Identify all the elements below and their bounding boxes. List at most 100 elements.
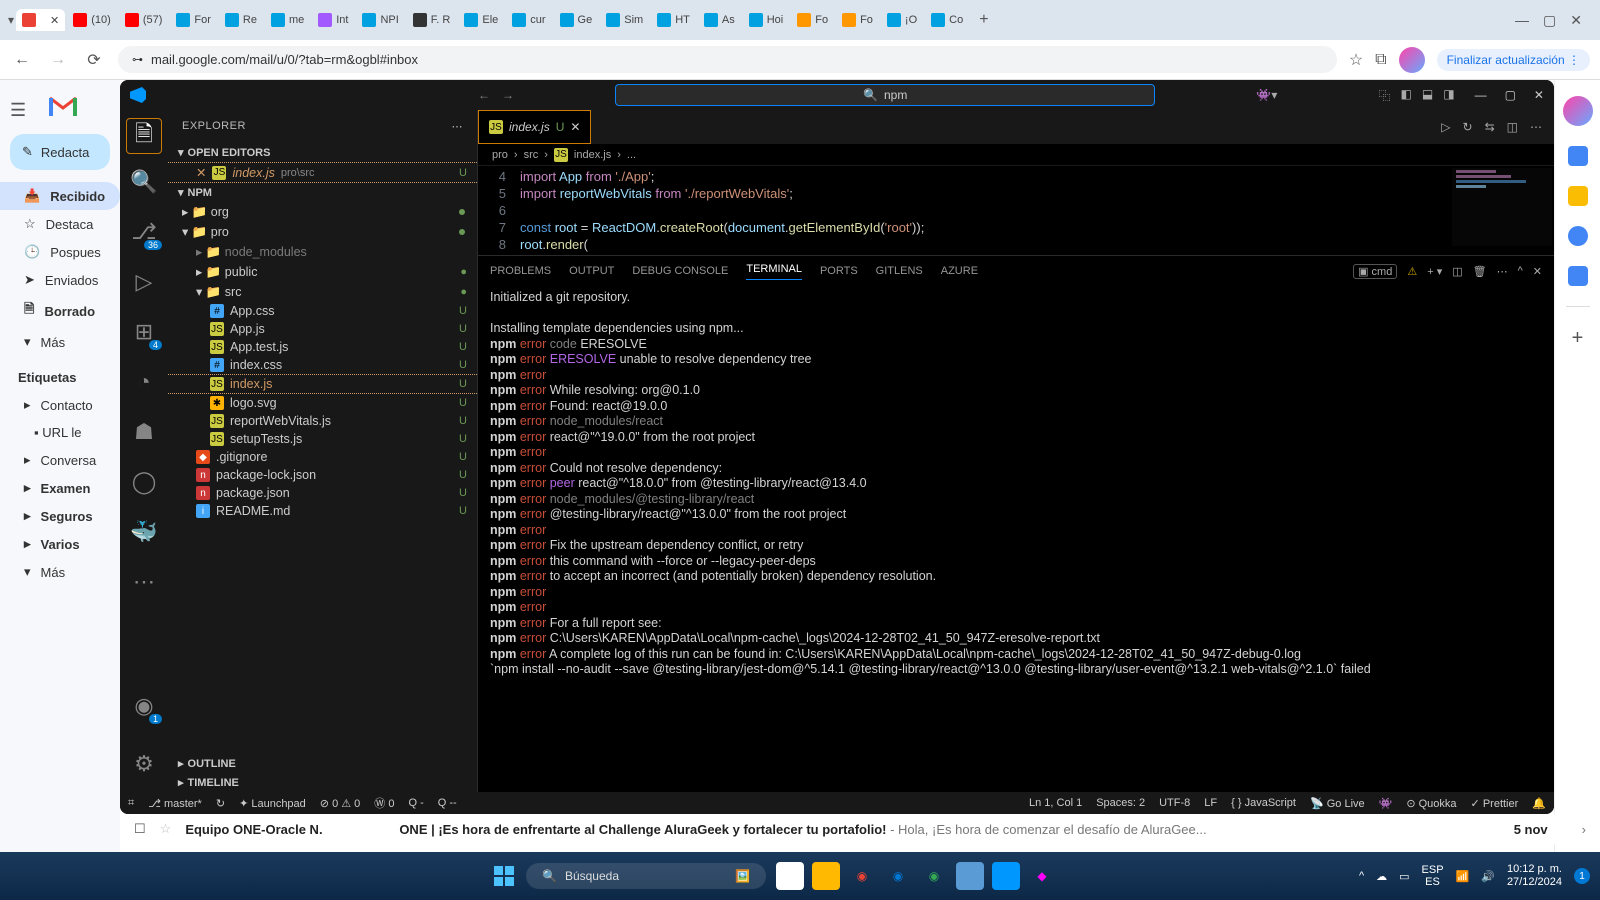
account-avatar[interactable] [1563,96,1593,126]
terminal-output[interactable]: Initialized a git repository. Installing… [478,286,1554,792]
remote-status-icon[interactable]: ⌗ [128,797,134,810]
chrome-icon[interactable]: ◉ [848,862,876,890]
gmail-label-item[interactable]: ▾Más [0,558,120,586]
accounts-activity-icon[interactable]: ◉1 [122,684,166,728]
panel-tab-terminal[interactable]: TERMINAL [746,263,802,280]
panel-tab-ports[interactable]: PORTS [820,265,858,277]
folder-src[interactable]: ▾ 📁 src● [168,282,477,302]
language-indicator[interactable]: ESPES [1422,864,1444,888]
close-editor-icon[interactable]: ✕ [196,165,206,180]
file-App-js[interactable]: JS App.jsU [168,320,477,338]
app-icon[interactable]: ◆ [1028,862,1056,890]
more-activity-icon[interactable]: ⋯ [122,560,166,604]
timeline-section[interactable]: ▸ TIMELINE [168,773,477,792]
problems-status[interactable]: ⊘ 0 ⚠ 0 [320,797,360,810]
email-list-row[interactable]: ☐ ☆ Equipo ONE-Oracle N. ONE | ¡Es hora … [120,814,1600,844]
clock[interactable]: 10:12 p. m.27/12/2024 [1507,863,1562,889]
run-icon[interactable]: ▷ [1441,120,1450,134]
open-editors-section[interactable]: ▾ OPEN EDITORS [168,143,477,162]
panel-tab-debug-console[interactable]: DEBUG CONSOLE [632,265,728,277]
extensions-activity-icon[interactable]: ⊞4 [122,310,166,354]
browser-tab[interactable]: Hoi [743,9,790,31]
new-tab-button[interactable]: + [971,11,996,29]
source-control-activity-icon[interactable]: ⎇36 [122,210,166,254]
menu-icon[interactable]: ☰ [10,100,26,121]
q-status[interactable]: Q - [408,797,423,809]
settings-activity-icon[interactable]: ⚙ [122,742,166,786]
bookmark-star-icon[interactable]: ☆ [1349,50,1363,70]
npm-section[interactable]: ▾ NPM [168,183,477,202]
browser-tab[interactable]: Fo [836,9,879,31]
browser-tab[interactable]: Ge [554,9,599,31]
maximize-panel-icon[interactable]: ^ [1518,265,1523,277]
forward-button[interactable]: → [46,51,70,69]
star-icon[interactable]: ☆ [160,821,172,837]
task-view-icon[interactable] [776,862,804,890]
gmail-nav-item[interactable]: 📥Recibido [0,182,120,210]
language-status[interactable]: { } JavaScript [1231,797,1296,809]
folder-public[interactable]: ▸ 📁 public● [168,262,477,282]
reload-button[interactable]: ⟳ [82,50,106,70]
onedrive-icon[interactable]: ☁ [1376,870,1387,883]
keep-icon[interactable] [1568,186,1588,206]
browser-tab[interactable]: ✕ [16,9,65,31]
copilot-icon[interactable]: 👾▾ [1256,88,1277,102]
back-button[interactable]: ← [10,51,34,69]
split-terminal-icon[interactable]: ◫ [1452,265,1462,278]
gmail-label-item[interactable]: ▸Contacto [0,391,120,419]
explorer-activity-icon[interactable]: 🗎 [126,118,162,154]
browser-tab[interactable]: ¡O [881,9,923,31]
volume-icon[interactable]: 🔊 [1481,870,1495,883]
panel-tab-output[interactable]: OUTPUT [569,265,614,277]
window-close-icon[interactable]: ✕ [1570,12,1582,29]
gmail-label-item[interactable]: ▸Seguros [0,502,120,530]
cursor-position[interactable]: Ln 1, Col 1 [1029,797,1082,809]
folder-pro[interactable]: ▾ 📁 pro [168,222,477,242]
file-package-lock-json[interactable]: n package-lock.jsonU [168,466,477,484]
gmail-nav-item[interactable]: ▾Más [0,328,120,356]
gmail-label-item[interactable]: ▸Examen [0,474,120,502]
expand-icon[interactable]: › [1582,822,1586,837]
edge-icon[interactable]: ◉ [884,862,912,890]
browser-tab[interactable]: (57) [119,9,169,31]
gmail-nav-item[interactable]: ➤Enviados [0,266,120,294]
browser-tab[interactable]: Co [925,9,969,31]
code-editor[interactable]: 4import App from './App';5import reportW… [478,166,1554,255]
search-activity-icon[interactable]: 🔍 [122,160,166,204]
docker-activity-icon[interactable]: 🐳 [122,510,166,554]
gmail-nav-item[interactable]: 🗎Borrado [0,294,120,328]
indent-status[interactable]: Spaces: 2 [1096,797,1145,809]
warnings-status[interactable]: Ⓦ 0 [374,795,394,811]
layout-icon[interactable]: ⿻ [1379,87,1391,104]
browser-tab[interactable]: (10) [67,9,117,31]
panel-tab-gitlens[interactable]: GITLENS [876,265,923,277]
github-activity-icon[interactable]: ◯ [122,460,166,504]
url-input[interactable]: ⊶ mail.google.com/mail/u/0/?tab=rm&ogbl#… [118,46,1337,73]
extensions-icon[interactable]: ⧉ [1375,51,1386,69]
remote-activity-icon[interactable]: ◔ [122,360,166,404]
file-README-md[interactable]: i README.mdU [168,502,477,520]
encoding-status[interactable]: UTF-8 [1159,797,1190,809]
browser-tab[interactable]: As [698,9,741,31]
browser-tab[interactable]: F. R [407,9,457,31]
file-index-js[interactable]: JS index.jsU [168,374,477,394]
sync-status-icon[interactable]: ↻ [216,797,225,810]
taskbar-search[interactable]: 🔍 Búsqueda 🖼️ [526,863,766,889]
browser-tab[interactable]: cur [506,9,551,31]
command-center[interactable]: 🔍 npm [615,84,1155,106]
browser-tab[interactable]: Ele [458,9,504,31]
live-share-activity-icon[interactable]: ☗ [122,410,166,454]
window-restore-icon[interactable]: ▢ [1543,12,1556,29]
browser-tab[interactable]: Sim [600,9,649,31]
battery-icon[interactable]: ▭ [1399,870,1409,883]
tab-dropdown-icon[interactable]: ▾ [8,13,14,27]
prettier-status[interactable]: ✓ Prettier [1471,797,1519,810]
open-editor-item[interactable]: ✕ JS index.js pro\src U [168,162,477,183]
gmail-nav-item[interactable]: ☆Destaca [0,210,120,238]
browser-tab[interactable]: HT [651,9,696,31]
run-debug-icon[interactable]: ↻ [1463,120,1473,134]
file--gitignore[interactable]: ◆ .gitignoreU [168,448,477,466]
eol-status[interactable]: LF [1204,797,1217,809]
compose-button[interactable]: ✎ Redacta [10,134,110,170]
gmail-label-item[interactable]: ▸Varios [0,530,120,558]
